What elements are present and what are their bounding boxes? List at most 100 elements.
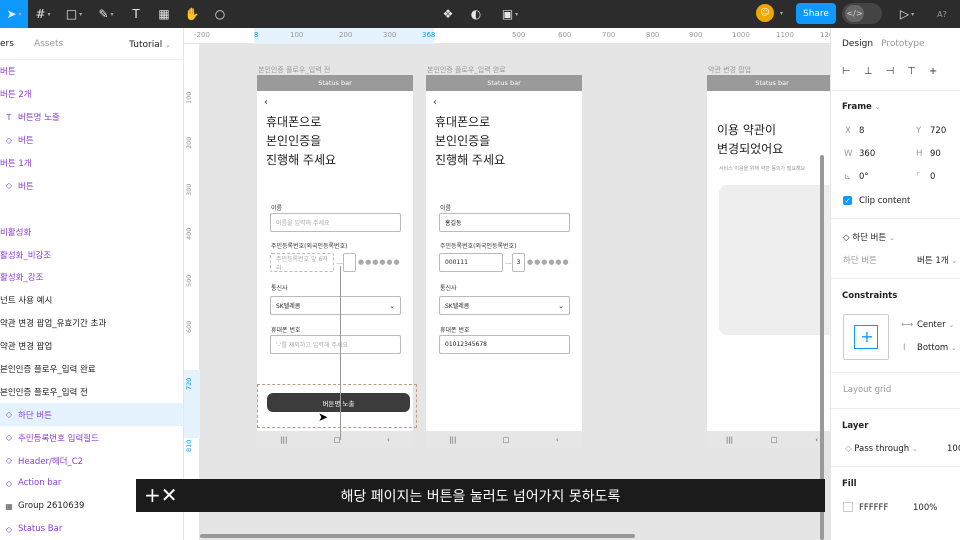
- rotation-input[interactable]: 0°: [859, 172, 869, 182]
- user-avatar[interactable]: ☺: [756, 4, 774, 22]
- canvas[interactable]: 본인인증 플로우_입력 전 Status bar ‹ 휴대폰으로 본인인증을 진행해…: [200, 44, 830, 540]
- page-selector[interactable]: Tutorial ⌄: [129, 40, 171, 50]
- page-name: Tutorial: [129, 40, 163, 50]
- frame-section-title[interactable]: Frame ⌄: [842, 102, 881, 112]
- fill-hex-input[interactable]: FFFFFF: [859, 503, 888, 513]
- component-instance-header[interactable]: ◇ 하단 버튼 ⌄: [843, 231, 895, 243]
- carrier-value: SK텔레콤: [276, 303, 301, 310]
- vertical-constraint-select[interactable]: Bottom ⌄: [917, 343, 957, 353]
- layer-label: 버튼: [18, 181, 34, 192]
- align-middle-icon[interactable]: +: [929, 66, 937, 77]
- frame-label[interactable]: 약관 변경 팝업: [708, 65, 751, 75]
- pen-tool-button[interactable]: ✎ ▾: [90, 0, 122, 28]
- frame-tool-button[interactable]: # ▾: [28, 0, 58, 28]
- mask-tool-button[interactable]: ◐: [464, 0, 488, 28]
- horizontal-constraint-select[interactable]: Center ⌄: [917, 320, 954, 330]
- layer-opacity-input[interactable]: 100: [947, 444, 960, 454]
- rrn-back-digit-input[interactable]: [343, 253, 356, 272]
- code-brackets-icon: </>: [845, 5, 864, 22]
- back-chevron-icon[interactable]: ‹: [433, 97, 437, 108]
- layer-label: 버튼명 노출: [18, 113, 60, 124]
- layer-row[interactable]: ◇ Header/헤더_C2: [0, 449, 183, 472]
- layer-row[interactable]: 약관 변경 팝업_유효기간 초과: [0, 312, 183, 335]
- x-input[interactable]: 8: [859, 126, 864, 136]
- height-input[interactable]: 90: [930, 149, 941, 159]
- present-button[interactable]: ▷ ▾: [894, 0, 920, 28]
- back-chevron-icon[interactable]: ‹: [264, 97, 268, 108]
- recent-apps-icon[interactable]: |||: [726, 436, 733, 444]
- clip-content-checkbox[interactable]: ✓: [843, 196, 852, 205]
- dev-mode-toggle[interactable]: </>: [842, 3, 882, 24]
- back-icon[interactable]: ‹: [387, 436, 390, 444]
- shape-tool-button[interactable]: □ ▾: [58, 0, 90, 28]
- carrier-select[interactable]: SK텔레콤 ⌄: [439, 296, 570, 315]
- recent-apps-icon[interactable]: |||: [280, 436, 287, 444]
- layer-row[interactable]: 활성화_강조: [0, 266, 183, 289]
- tab-layers[interactable]: ers: [0, 39, 20, 49]
- name-input[interactable]: 이름을 입력해 주세요: [270, 213, 401, 232]
- layout-grid-title[interactable]: Layout grid: [843, 385, 891, 395]
- layer-label: 넌트 사용 예시: [0, 296, 53, 307]
- home-icon[interactable]: □: [503, 436, 510, 444]
- tab-assets[interactable]: Assets: [28, 39, 69, 49]
- canvas-horizontal-scrollbar[interactable]: [200, 534, 635, 538]
- corner-radius-input[interactable]: 0: [930, 172, 935, 182]
- align-left-icon[interactable]: ⊢: [842, 66, 851, 77]
- y-input[interactable]: 720: [930, 126, 946, 136]
- boolean-tool-button[interactable]: ▣ ▾: [494, 0, 526, 28]
- home-icon[interactable]: □: [771, 436, 778, 444]
- chevron-down-icon[interactable]: ▾: [780, 10, 783, 17]
- layer-row[interactable]: ◇ 버튼: [0, 174, 183, 197]
- recent-apps-icon[interactable]: |||: [449, 436, 456, 444]
- frame-label[interactable]: 본인인증 플로우_입력 완료: [427, 65, 506, 75]
- tab-design[interactable]: Design: [842, 39, 873, 49]
- rrn-front-input[interactable]: 000111: [439, 253, 503, 272]
- layer-row[interactable]: ◇ Status Bar: [0, 518, 183, 540]
- blend-mode-select[interactable]: ◇ Pass through ⌄: [845, 444, 918, 454]
- resources-button[interactable]: ▦: [150, 0, 178, 28]
- text-tool-button[interactable]: T: [122, 0, 150, 28]
- zoom-indicator[interactable]: A?: [930, 0, 954, 28]
- phone-frame-terms-popup[interactable]: Status bar 이용 약관이 변경되었어요 서비스 이용을 위해 약관 동의…: [707, 75, 830, 449]
- layer-row[interactable]: 버튼 1개: [0, 152, 183, 175]
- layer-row[interactable]: 약관 변경 팝업: [0, 335, 183, 358]
- layer-row[interactable]: 비활성화: [0, 220, 183, 243]
- align-top-icon[interactable]: ⊤: [907, 66, 916, 77]
- hand-tool-button[interactable]: ✋: [178, 0, 206, 28]
- ruler-tick-label: 100: [290, 31, 304, 39]
- variant-prop-select[interactable]: 버튼 1개 ⌄: [917, 254, 957, 266]
- fill-color-swatch[interactable]: [843, 502, 853, 512]
- component-tool-button[interactable]: ❖: [436, 0, 460, 28]
- layer-row[interactable]: [0, 197, 183, 220]
- back-icon[interactable]: ‹: [815, 436, 818, 444]
- layer-row[interactable]: T 버튼명 노출: [0, 106, 183, 129]
- rrn-front-input[interactable]: 주민등록번호 앞 6자리: [270, 253, 334, 272]
- comment-tool-button[interactable]: ○: [206, 0, 234, 28]
- rrn-back-digit-input[interactable]: 3: [512, 253, 525, 272]
- back-icon[interactable]: ‹: [556, 436, 559, 444]
- constraints-widget[interactable]: +: [843, 314, 889, 360]
- layer-row[interactable]: ◇ 하단 버튼: [0, 403, 183, 427]
- layer-row[interactable]: 넌트 사용 예시: [0, 289, 183, 312]
- phone-input[interactable]: '-'를 제외하고 입력해 주세요: [270, 335, 401, 354]
- width-input[interactable]: 360: [859, 149, 875, 159]
- layer-row[interactable]: ◇ 주민등록번호 입력필드: [0, 426, 183, 449]
- align-right-icon[interactable]: ⊣: [885, 66, 894, 77]
- phone-frame-input-complete[interactable]: Status bar ‹ 휴대폰으로 본인인증을 진행해 주세요 이름 홍길동 주민…: [426, 75, 582, 449]
- layer-row[interactable]: ◇ 버튼: [0, 129, 183, 152]
- fill-opacity-input[interactable]: 100%: [913, 503, 937, 513]
- layer-row[interactable]: 본인인증 플로우_입력 완료: [0, 358, 183, 381]
- share-button[interactable]: Share: [796, 3, 836, 24]
- name-input[interactable]: 홍길동: [439, 213, 570, 232]
- layer-row[interactable]: 활성화_비강조: [0, 243, 183, 266]
- rrn-masked-dots: ●●●●●●: [527, 258, 570, 266]
- tab-prototype[interactable]: Prototype: [881, 39, 924, 49]
- carrier-select[interactable]: SK텔레콤 ⌄: [270, 296, 401, 315]
- layer-row[interactable]: 본인인증 플로우_입력 전: [0, 380, 183, 403]
- frame-label[interactable]: 본인인증 플로우_입력 전: [258, 65, 330, 75]
- move-tool-button[interactable]: ➤ ▾: [0, 0, 28, 28]
- align-center-icon[interactable]: ⊥: [864, 66, 873, 77]
- layer-row[interactable]: 버튼 2개: [0, 83, 183, 106]
- phone-input[interactable]: 01012345678: [439, 335, 570, 354]
- layer-row[interactable]: 버튼: [0, 60, 183, 83]
